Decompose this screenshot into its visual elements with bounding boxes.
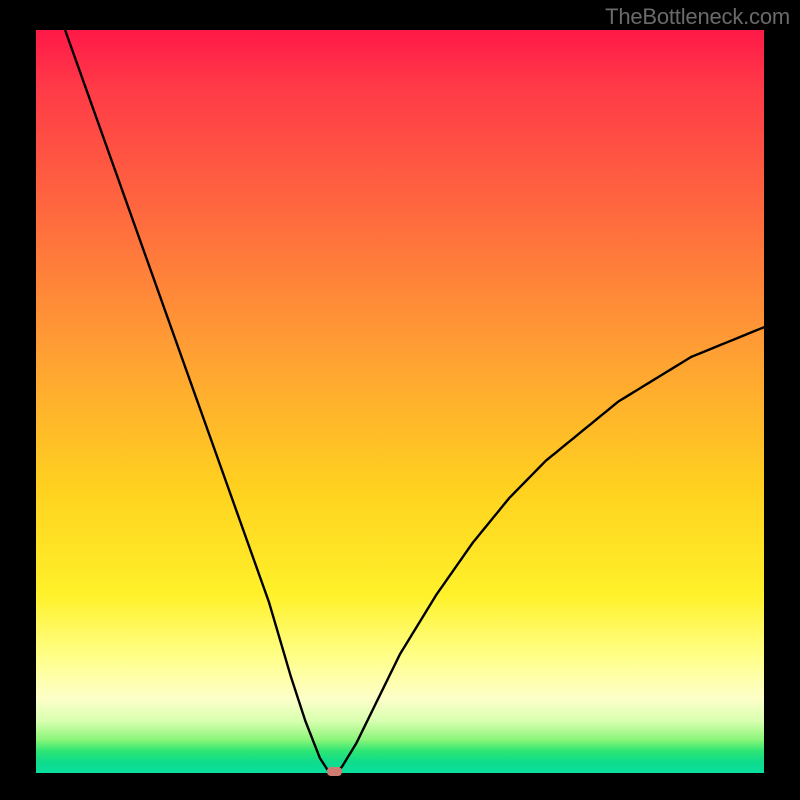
curve-svg — [36, 30, 764, 773]
plot-area — [36, 30, 764, 773]
watermark-text: TheBottleneck.com — [605, 4, 790, 30]
optimal-point-marker — [327, 767, 342, 776]
chart-frame: TheBottleneck.com — [0, 0, 800, 800]
bottleneck-curve — [36, 30, 764, 773]
